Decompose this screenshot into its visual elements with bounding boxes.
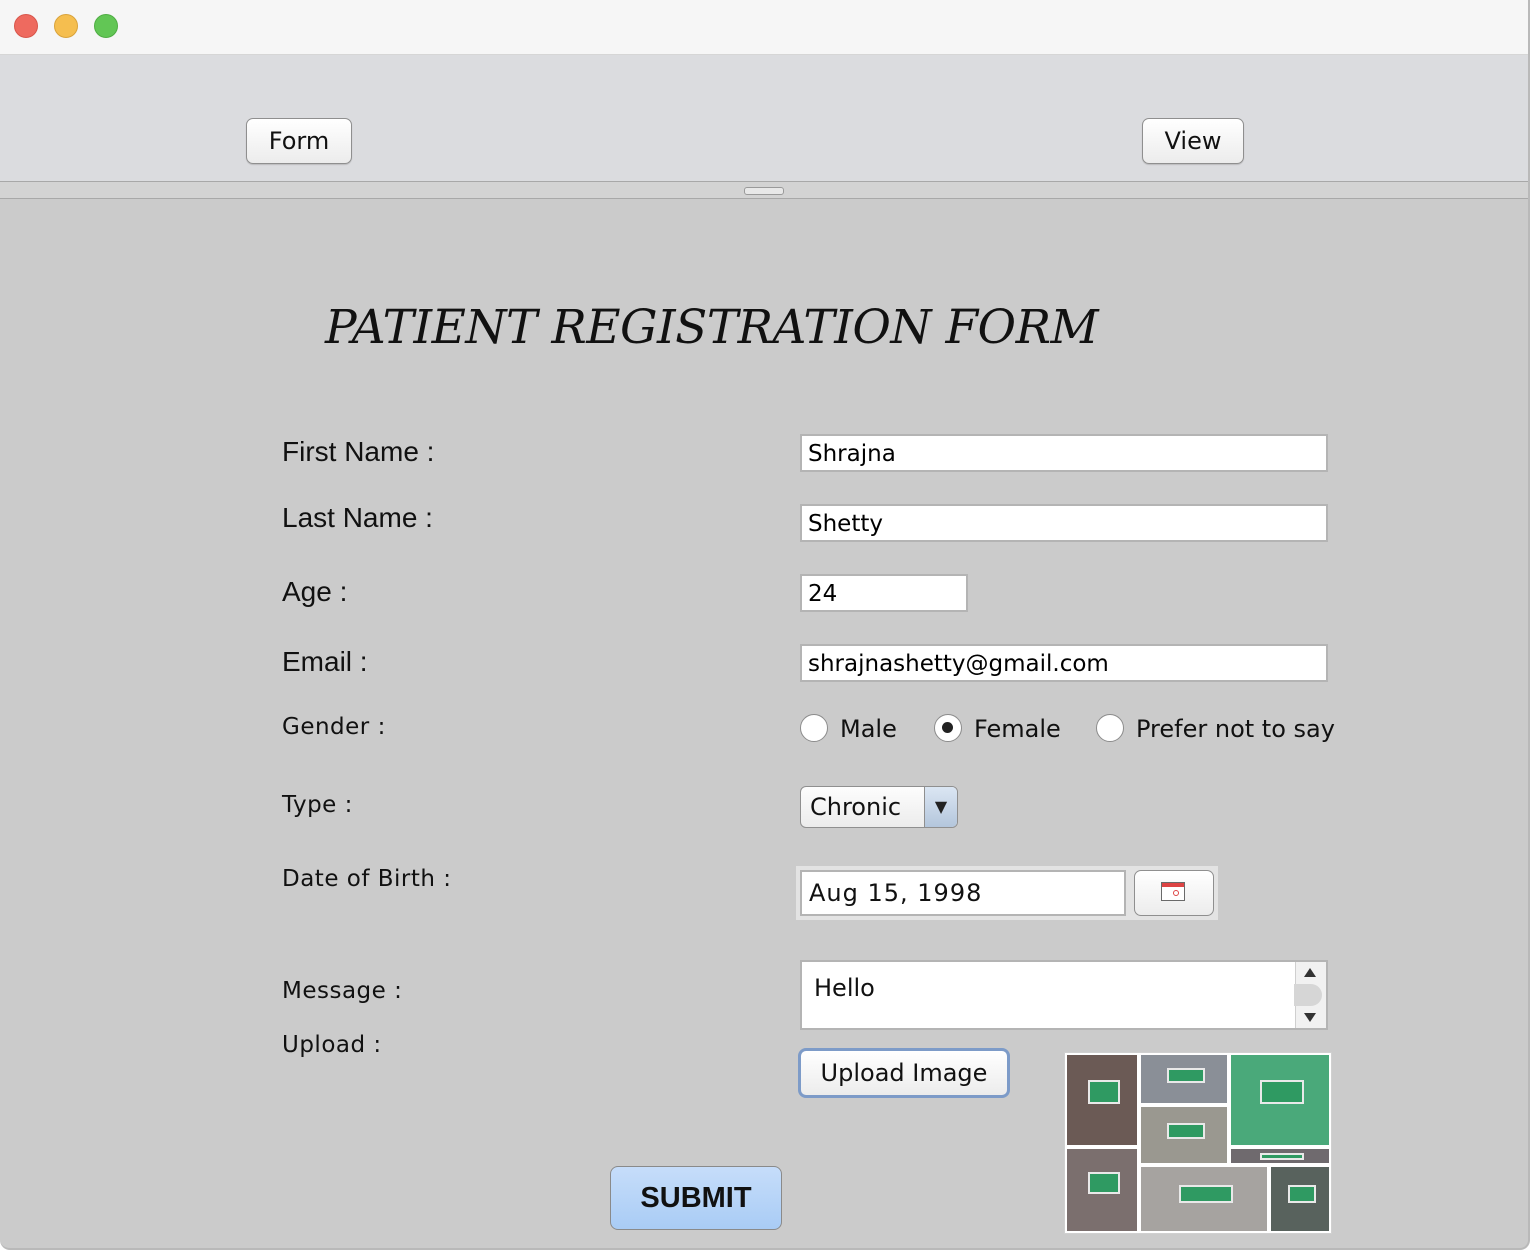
first-name-label: First Name : bbox=[282, 436, 435, 467]
form-button[interactable]: Form bbox=[246, 118, 352, 164]
chevron-down-icon[interactable]: ▼ bbox=[924, 787, 957, 827]
calendar-button[interactable] bbox=[1134, 870, 1214, 916]
app-window: Form View PATIENT REGISTRATION FORM Firs… bbox=[0, 0, 1530, 1250]
form-title: PATIENT REGISTRATION FORM bbox=[325, 300, 1099, 355]
split-pane-divider[interactable] bbox=[0, 181, 1528, 199]
age-label: Age : bbox=[282, 576, 348, 607]
gender-label: Gender : bbox=[282, 714, 386, 740]
scroll-thumb[interactable] bbox=[1294, 984, 1322, 1006]
minimize-window-button[interactable] bbox=[54, 14, 78, 38]
navigation-panel: Form View bbox=[0, 55, 1528, 181]
title-bar bbox=[0, 0, 1528, 55]
view-button[interactable]: View bbox=[1142, 118, 1244, 164]
gender-option-female-label[interactable]: Female bbox=[974, 714, 1061, 744]
message-text: Hello bbox=[814, 974, 875, 1002]
upload-label: Upload : bbox=[282, 1032, 382, 1058]
gender-option-male-label[interactable]: Male bbox=[840, 714, 897, 744]
gender-radio-male[interactable] bbox=[800, 714, 828, 742]
message-label: Message : bbox=[282, 978, 403, 1004]
submit-button[interactable]: SUBMIT bbox=[610, 1166, 782, 1230]
email-field[interactable]: shrajnashetty@gmail.com bbox=[800, 644, 1328, 682]
scroll-down-icon[interactable] bbox=[1304, 1013, 1316, 1022]
zoom-window-button[interactable] bbox=[94, 14, 118, 38]
gender-radio-female[interactable] bbox=[934, 714, 962, 742]
uploaded-image-preview bbox=[1064, 1052, 1332, 1234]
calendar-icon bbox=[1161, 882, 1185, 901]
first-name-field[interactable]: Shrajna bbox=[800, 434, 1328, 472]
email-label: Email : bbox=[282, 646, 368, 677]
message-textarea[interactable]: Hello bbox=[800, 960, 1328, 1030]
dob-label: Date of Birth : bbox=[282, 866, 452, 892]
close-window-button[interactable] bbox=[14, 14, 38, 38]
type-label: Type : bbox=[282, 792, 353, 818]
upload-image-button[interactable]: Upload Image bbox=[798, 1048, 1010, 1098]
scroll-up-icon[interactable] bbox=[1304, 968, 1316, 977]
gender-radio-prefer-not[interactable] bbox=[1096, 714, 1124, 742]
message-scrollbar[interactable] bbox=[1294, 962, 1326, 1028]
divider-grip[interactable] bbox=[744, 187, 784, 195]
gender-option-prefer-not-label[interactable]: Prefer not to say bbox=[1136, 714, 1335, 744]
age-field[interactable]: 24 bbox=[800, 574, 968, 612]
type-dropdown[interactable]: Chronic ▼ bbox=[800, 786, 958, 828]
dob-field[interactable]: Aug 15, 1998 bbox=[800, 870, 1126, 916]
last-name-field[interactable]: Shetty bbox=[800, 504, 1328, 542]
type-selected-value: Chronic bbox=[810, 793, 902, 821]
last-name-label: Last Name : bbox=[282, 502, 433, 533]
